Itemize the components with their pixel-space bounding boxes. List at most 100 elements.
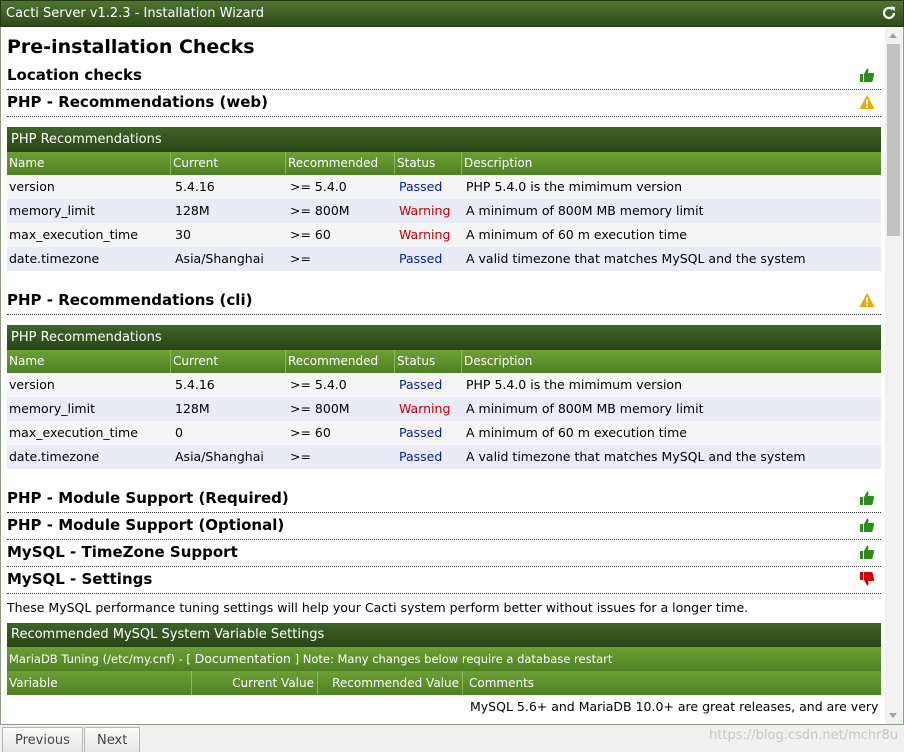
cell-status: Warning xyxy=(399,401,451,416)
section-title: PHP - Recommendations (cli) xyxy=(7,291,253,309)
cell-name: date.timezone xyxy=(9,251,100,266)
table-row: max_execution_time 30 >= 60 Warning A mi… xyxy=(7,223,881,247)
cell-recommended: >= 5.4.0 xyxy=(290,377,347,392)
section-title: MySQL - Settings xyxy=(7,570,153,588)
column-current[interactable]: Current xyxy=(171,152,286,175)
section-mysql-settings[interactable]: MySQL - Settings xyxy=(7,567,881,594)
column-status[interactable]: Status xyxy=(395,152,462,175)
cell-status: Passed xyxy=(399,377,443,392)
table-row: date.timezone Asia/Shanghai >= Passed A … xyxy=(7,247,881,271)
scrollbar-thumb[interactable] xyxy=(887,44,900,236)
cell-current: 30 xyxy=(175,227,191,242)
php-web-recommendations-table: PHP Recommendations Name Current Recomme… xyxy=(7,127,881,271)
section-mysql-timezone-support[interactable]: MySQL - TimeZone Support xyxy=(7,540,881,567)
table-column-headers: Variable Current Value Recommended Value… xyxy=(7,671,881,695)
table-row: max_execution_time 0 >= 60 Passed A mini… xyxy=(7,421,881,445)
cell-recommended: >= 800M xyxy=(290,401,350,416)
cell-current: 5.4.16 xyxy=(175,179,215,194)
tuning-prefix: MariaDB Tuning (/etc/my.cnf) - [ xyxy=(9,652,195,666)
cell-recommended: >= xyxy=(290,251,311,266)
thumbs-up-icon xyxy=(860,68,875,82)
section-location-checks[interactable]: Location checks xyxy=(7,63,881,90)
page-title: Pre-installation Checks xyxy=(7,36,255,58)
cell-current: 128M xyxy=(175,401,210,416)
section-title: MySQL - TimeZone Support xyxy=(7,543,238,561)
cell-status: Warning xyxy=(399,203,451,218)
cell-status: Passed xyxy=(399,179,443,194)
column-current-value[interactable]: Current Value xyxy=(192,671,318,695)
table-row: date.timezone Asia/Shanghai >= Passed A … xyxy=(7,445,881,469)
wizard-footer: Previous Next https://blog.csdn.net/mchr… xyxy=(0,725,904,752)
cell-name: memory_limit xyxy=(9,401,95,416)
column-description[interactable]: Description xyxy=(462,152,881,175)
cell-current: 5.4.16 xyxy=(175,377,215,392)
column-recommended[interactable]: Recommended xyxy=(286,350,395,373)
column-description[interactable]: Description xyxy=(462,350,881,373)
cell-status: Warning xyxy=(399,227,451,242)
warning-icon xyxy=(859,95,875,109)
column-name[interactable]: Name xyxy=(7,350,171,373)
thumbs-up-icon xyxy=(860,545,875,559)
warning-icon xyxy=(859,293,875,307)
table-row: version 5.4.16 >= 5.4.0 Passed PHP 5.4.0… xyxy=(7,373,881,397)
column-recommended-value[interactable]: Recommended Value xyxy=(318,671,463,695)
thumbs-up-icon xyxy=(860,518,875,532)
watermark-text: https://blog.csdn.net/mchr8u xyxy=(709,728,898,743)
table-heading: PHP Recommendations xyxy=(7,127,881,152)
vertical-scrollbar[interactable] xyxy=(885,27,902,724)
section-title: Location checks xyxy=(7,66,142,84)
column-status[interactable]: Status xyxy=(395,350,462,373)
section-module-support-optional[interactable]: PHP - Module Support (Optional) xyxy=(7,513,881,540)
next-button[interactable]: Next xyxy=(84,727,141,752)
column-recommended[interactable]: Recommended xyxy=(286,152,395,175)
cell-description: A minimum of 800M MB memory limit xyxy=(466,401,704,416)
cell-status: Passed xyxy=(399,251,443,266)
refresh-icon[interactable] xyxy=(881,5,897,21)
cell-description: A valid timezone that matches MySQL and … xyxy=(466,251,806,266)
cell-description: A minimum of 800M MB memory limit xyxy=(466,203,704,218)
column-comments[interactable]: Comments xyxy=(463,671,881,695)
table-heading: Recommended MySQL System Variable Settin… xyxy=(7,623,881,647)
mysql-variable-settings-table: Recommended MySQL System Variable Settin… xyxy=(7,623,881,719)
cell-description: A valid timezone that matches MySQL and … xyxy=(466,449,806,464)
column-variable[interactable]: Variable xyxy=(7,671,192,695)
cell-name: memory_limit xyxy=(9,203,95,218)
cell-name: max_execution_time xyxy=(9,425,138,440)
cell-current: Asia/Shanghai xyxy=(175,449,264,464)
cell-current: 128M xyxy=(175,203,210,218)
cell-recommended: >= xyxy=(290,449,311,464)
scroll-down-arrow-icon[interactable] xyxy=(885,707,902,724)
cell-name: version xyxy=(9,179,55,194)
cell-description: A minimum of 60 m execution time xyxy=(466,227,687,242)
cell-name: date.timezone xyxy=(9,449,100,464)
section-php-recommendations-cli[interactable]: PHP - Recommendations (cli) xyxy=(7,288,881,315)
column-name[interactable]: Name xyxy=(7,152,171,175)
window-titlebar: Cacti Server v1.2.3 - Installation Wizar… xyxy=(0,0,904,27)
column-current[interactable]: Current xyxy=(171,350,286,373)
cell-recommended: >= 60 xyxy=(290,227,331,242)
table-row: memory_limit 128M >= 800M Warning A mini… xyxy=(7,397,881,421)
cell-description: PHP 5.4.0 is the mimimum version xyxy=(466,377,683,392)
previous-button[interactable]: Previous xyxy=(2,727,83,752)
cell-status: Passed xyxy=(399,449,443,464)
table-column-headers: Name Current Recommended Status Descript… xyxy=(7,350,881,373)
php-cli-recommendations-table: PHP Recommendations Name Current Recomme… xyxy=(7,325,881,469)
cell-name: version xyxy=(9,377,55,392)
cell-name: max_execution_time xyxy=(9,227,138,242)
cell-recommended: >= 60 xyxy=(290,425,331,440)
section-title: PHP - Module Support (Required) xyxy=(7,489,289,507)
cell-current: Asia/Shanghai xyxy=(175,251,264,266)
section-php-recommendations-web[interactable]: PHP - Recommendations (web) xyxy=(7,90,881,117)
section-module-support-required[interactable]: PHP - Module Support (Required) xyxy=(7,486,881,513)
wizard-dialog: Pre-installation Checks Location checks … xyxy=(0,27,904,725)
thumbs-down-icon xyxy=(860,572,875,586)
cell-recommended: >= 5.4.0 xyxy=(290,179,347,194)
cell-description: A minimum of 60 m execution time xyxy=(466,425,687,440)
cell-current: 0 xyxy=(175,425,183,440)
table-heading: PHP Recommendations xyxy=(7,325,881,350)
documentation-link[interactable]: Documentation xyxy=(195,651,291,666)
scroll-up-arrow-icon[interactable] xyxy=(885,27,902,44)
table-column-headers: Name Current Recommended Status Descript… xyxy=(7,152,881,175)
section-title: PHP - Module Support (Optional) xyxy=(7,516,285,534)
window-title: Cacti Server v1.2.3 - Installation Wizar… xyxy=(6,6,264,21)
